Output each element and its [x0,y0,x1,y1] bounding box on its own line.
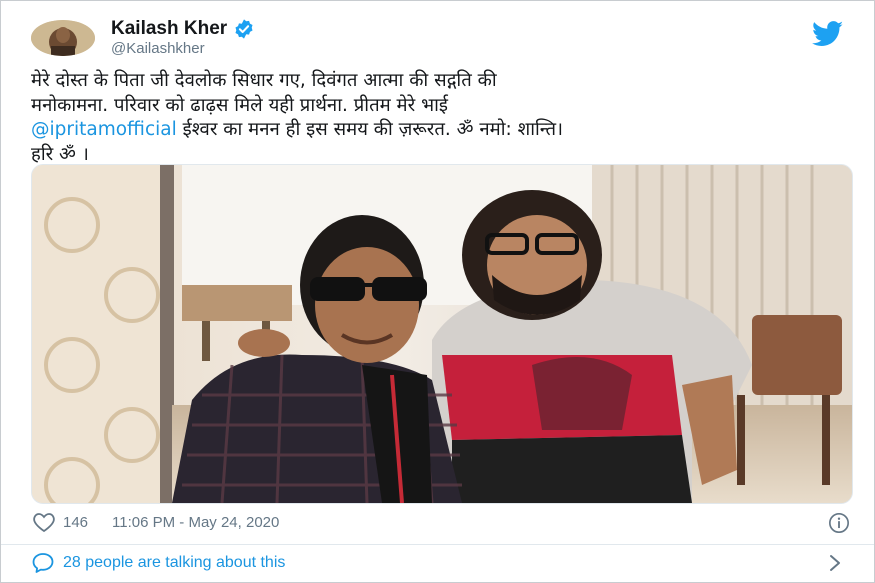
comment-bubble-icon [32,553,54,573]
tweet-text-line: मेरे दोस्त के पिता जी देवलोक सिधार गए, द… [31,70,497,91]
tweet-text-line: ईश्वर का मनन ही इस समय की ज़रूरत. ॐ नमो:… [176,119,564,140]
tweet-photo[interactable] [31,164,853,504]
talking-text: 28 people are talking about this [63,554,286,571]
tweet-text-line: मनोकामना. परिवार को ढाढ़स मिले यही प्रार… [31,94,448,116]
tweet-card: Kailash Kher @Kailashkher मेरे दोस्त के … [0,0,875,583]
heart-icon[interactable] [31,511,57,533]
verified-badge-icon [235,19,253,39]
tweet-text: मेरे दोस्त के पिता जी देवलोक सिधार गए, द… [31,69,861,167]
divider [1,544,874,545]
info-icon[interactable] [828,512,850,534]
avatar[interactable] [31,20,95,56]
author-name[interactable]: Kailash Kher [111,18,227,40]
chevron-right-icon[interactable] [826,553,844,573]
timestamp[interactable]: 11:06 PM - May 24, 2020 [112,514,279,531]
twitter-bird-icon[interactable] [812,21,844,47]
tweet-text-line: हरि ॐ । [31,143,89,165]
talking-link[interactable]: 28 people are talking about this [31,552,285,574]
like-count[interactable]: 146 [63,514,88,531]
mention-link[interactable]: @ipritamofficial [31,119,177,140]
author-handle[interactable]: @Kailashkher [111,40,205,57]
